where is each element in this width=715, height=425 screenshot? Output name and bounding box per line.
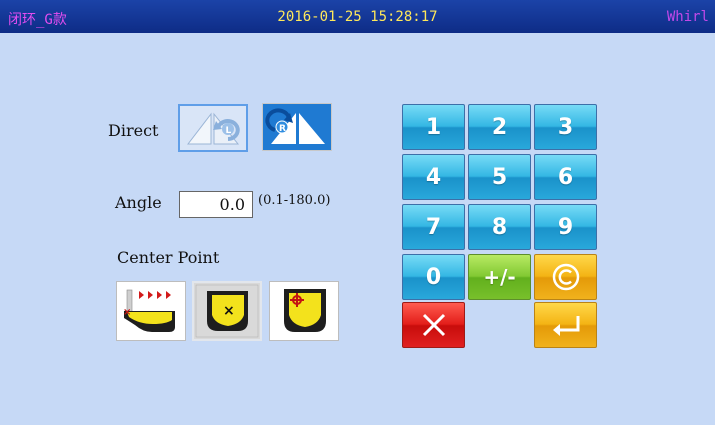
pattern-center-icon: ×	[195, 284, 259, 338]
svg-text:L: L	[226, 126, 232, 136]
clear-button[interactable]	[534, 254, 597, 300]
angle-label: Angle	[115, 193, 162, 212]
sign-toggle-button[interactable]: +/-	[468, 254, 531, 300]
key-8[interactable]: 8	[468, 204, 531, 250]
center-pattern-center-button[interactable]: ×	[192, 281, 262, 341]
key-6[interactable]: 6	[534, 154, 597, 200]
title-bar: 闭环_G款 2016-01-25 15:28:17 Whirl	[0, 0, 715, 33]
direction-label: Direct	[108, 121, 159, 140]
angle-input[interactable]: 0.0	[179, 191, 253, 218]
start-point-icon: ×	[123, 289, 175, 332]
key-3[interactable]: 3	[534, 104, 597, 150]
svg-text:R: R	[279, 124, 286, 134]
key-1[interactable]: 1	[402, 104, 465, 150]
close-icon	[422, 313, 445, 337]
svg-text:×: ×	[223, 303, 235, 319]
enter-icon	[552, 316, 579, 336]
direction-cw-button[interactable]: R	[262, 103, 332, 151]
svg-text:×: ×	[123, 307, 131, 318]
center-point-label: Center Point	[117, 248, 220, 267]
mode-label: Whirl	[666, 9, 709, 25]
enter-button[interactable]	[534, 302, 597, 348]
copyright-circle-icon	[552, 263, 579, 291]
rotate-left-icon: L	[186, 112, 240, 145]
rotate-right-icon: R	[263, 104, 331, 150]
key-0[interactable]: 0	[402, 254, 465, 300]
cancel-button[interactable]	[402, 302, 465, 348]
datetime: 2016-01-25 15:28:17	[277, 9, 438, 25]
angle-range-hint: (0.1-180.0)	[258, 193, 331, 208]
key-5[interactable]: 5	[468, 154, 531, 200]
custom-point-icon	[284, 289, 326, 332]
key-2[interactable]: 2	[468, 104, 531, 150]
key-4[interactable]: 4	[402, 154, 465, 200]
key-9[interactable]: 9	[534, 204, 597, 250]
center-start-point-button[interactable]: ×	[116, 281, 186, 341]
center-custom-point-button[interactable]	[269, 281, 339, 341]
direction-ccw-button[interactable]: L	[178, 104, 248, 152]
key-7[interactable]: 7	[402, 204, 465, 250]
